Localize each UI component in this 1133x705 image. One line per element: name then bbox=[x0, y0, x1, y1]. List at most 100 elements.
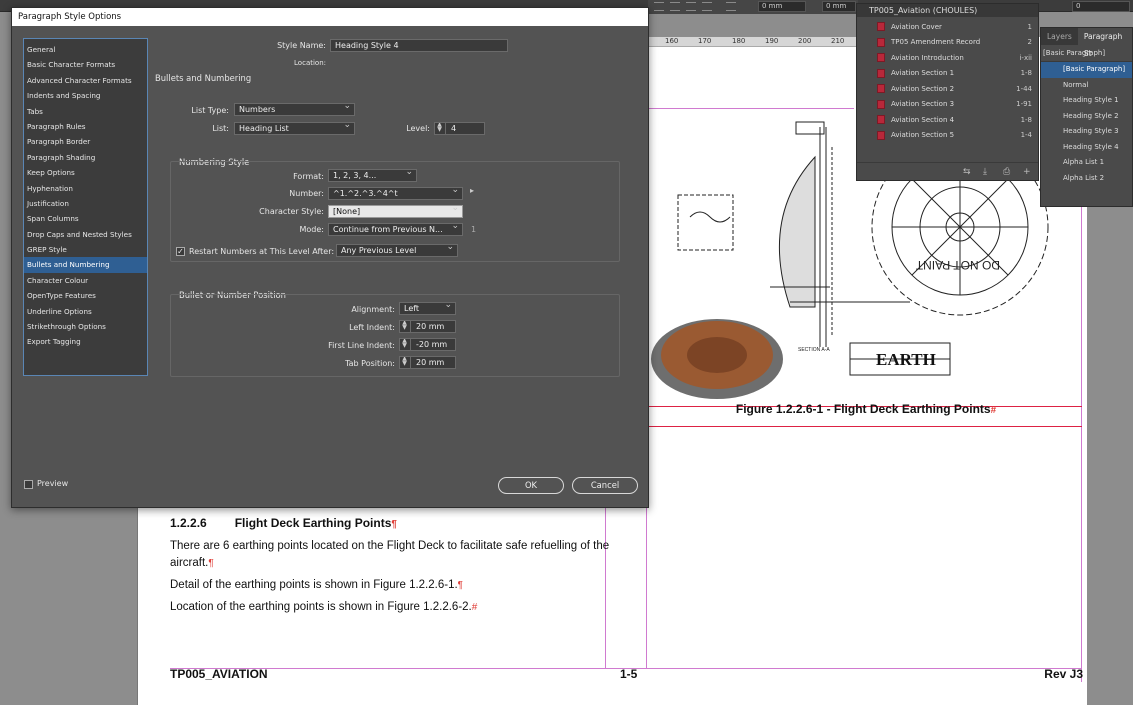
stepper-arrows-icon[interactable]: ▲ ▼ bbox=[400, 357, 411, 368]
number-label: Number: bbox=[289, 189, 324, 198]
align-left-icon[interactable] bbox=[654, 2, 664, 11]
paragraph-style-item[interactable]: Normal bbox=[1041, 78, 1132, 94]
insert-special-character-icon[interactable]: ▸ bbox=[470, 186, 474, 195]
ruler-label: 200 bbox=[798, 37, 812, 45]
paragraph: Location of the earthing points is shown… bbox=[170, 599, 610, 616]
restart-after-select[interactable]: Any Previous Level bbox=[336, 244, 458, 257]
level-stepper[interactable]: ▲ ▼ 4 bbox=[434, 122, 485, 135]
category-item[interactable]: General bbox=[24, 42, 147, 57]
stepper-arrows-icon[interactable]: ▲ ▼ bbox=[435, 123, 446, 134]
paragraph-style-item[interactable]: Heading Style 2 bbox=[1041, 109, 1132, 125]
number-field[interactable]: ^1.^2.^3.^4^t bbox=[328, 187, 463, 200]
book-document-pages: 1-8 bbox=[1020, 69, 1032, 78]
category-item[interactable]: Paragraph Border bbox=[24, 134, 147, 149]
list-select[interactable]: Heading List bbox=[234, 122, 355, 135]
book-document-name: Aviation Section 3 bbox=[891, 100, 955, 109]
category-item[interactable]: Span Columns bbox=[24, 211, 147, 226]
tab-paragraph-styles[interactable]: Paragraph St bbox=[1077, 28, 1132, 58]
category-item[interactable]: Justification bbox=[24, 196, 147, 211]
tab-layers[interactable]: Layers bbox=[1041, 28, 1078, 45]
list-label: List: bbox=[212, 124, 229, 133]
style-name-label: Style Name: bbox=[277, 41, 326, 50]
category-item[interactable]: Strikethrough Options bbox=[24, 319, 147, 334]
dialog-title[interactable]: Paragraph Style Options bbox=[12, 8, 648, 26]
category-item[interactable]: Export Tagging bbox=[24, 334, 147, 349]
paragraph-style-item[interactable]: Alpha List 1 bbox=[1041, 155, 1132, 171]
print-book-icon[interactable]: ⎙ bbox=[1003, 167, 1010, 177]
category-item[interactable]: Basic Character Formats bbox=[24, 57, 147, 72]
document-icon bbox=[877, 53, 885, 63]
cancel-button[interactable]: Cancel bbox=[572, 477, 638, 494]
left-indent-field[interactable]: ▲ ▼ 20 mm bbox=[399, 320, 456, 333]
paragraph-style-item[interactable]: Heading Style 3 bbox=[1041, 124, 1132, 140]
category-item[interactable]: Indents and Spacing bbox=[24, 88, 147, 103]
paragraph-style-item[interactable]: Heading Style 4 bbox=[1041, 140, 1132, 156]
paragraph-text: Location of the earthing points is shown… bbox=[170, 601, 472, 613]
book-document-pages: 1-44 bbox=[1016, 84, 1032, 93]
category-item[interactable]: Hyphenation bbox=[24, 181, 147, 196]
book-document-name: TP05 Amendment Record bbox=[891, 38, 981, 47]
earth-label: EARTH bbox=[876, 350, 936, 369]
stepper-arrows-icon[interactable]: ▲ ▼ bbox=[400, 321, 411, 332]
synchronize-icon[interactable]: ⇆ bbox=[963, 167, 971, 177]
book-document-row[interactable]: Aviation Section 3 1-91 bbox=[857, 97, 1038, 113]
tab-position-field[interactable]: ▲ ▼ 20 mm bbox=[399, 356, 456, 369]
category-item-selected[interactable]: Bullets and Numbering bbox=[24, 257, 147, 273]
category-item[interactable]: Character Colour bbox=[24, 273, 147, 288]
mode-select[interactable]: Continue from Previous N... bbox=[328, 223, 463, 236]
category-item[interactable]: Underline Options bbox=[24, 304, 147, 319]
book-document-name: Aviation Section 5 bbox=[891, 131, 955, 140]
book-document-name: Aviation Section 2 bbox=[891, 84, 955, 93]
alignment-select[interactable]: Left bbox=[399, 302, 456, 315]
preview-checkbox[interactable] bbox=[24, 480, 33, 489]
first-line-indent-field[interactable]: ▲ ▼ -20 mm bbox=[399, 338, 456, 351]
space-after-field[interactable]: 0 mm bbox=[822, 1, 856, 12]
category-item[interactable]: Keep Options bbox=[24, 165, 147, 180]
category-item[interactable]: Drop Caps and Nested Styles bbox=[24, 227, 147, 242]
book-document-pages: 1-91 bbox=[1016, 100, 1032, 109]
book-document-row[interactable]: Aviation Section 4 1-8 bbox=[857, 112, 1038, 128]
position-group bbox=[170, 294, 620, 377]
style-name-field[interactable]: Heading Style 4 bbox=[330, 39, 508, 52]
category-item[interactable]: Advanced Character Formats bbox=[24, 73, 147, 88]
restart-numbers-checkbox[interactable]: ✓ bbox=[176, 247, 185, 256]
paragraph: There are 6 earthing points located on t… bbox=[170, 538, 610, 572]
save-book-icon[interactable]: ⤓ bbox=[983, 167, 987, 177]
character-style-select[interactable]: [None] bbox=[328, 205, 463, 218]
category-item[interactable]: GREP Style bbox=[24, 242, 147, 257]
paragraph-style-item[interactable]: Heading Style 1 bbox=[1041, 93, 1132, 109]
category-item[interactable]: Tabs bbox=[24, 104, 147, 119]
ok-button[interactable]: OK bbox=[498, 477, 564, 494]
drop-cap-field[interactable]: 0 bbox=[1072, 1, 1130, 12]
align-right-icon[interactable] bbox=[686, 2, 696, 11]
stepper-arrows-icon[interactable]: ▲ ▼ bbox=[400, 339, 411, 350]
book-document-row[interactable]: Aviation Section 5 1-4 bbox=[857, 128, 1038, 144]
book-document-row[interactable]: TP05 Amendment Record 2 bbox=[857, 35, 1038, 51]
book-document-row[interactable]: Aviation Section 1 1-8 bbox=[857, 66, 1038, 82]
level-value: 4 bbox=[451, 124, 457, 133]
paragraph-style-item[interactable]: [Basic Paragraph] bbox=[1041, 62, 1132, 78]
tab-position-label: Tab Position: bbox=[345, 359, 395, 368]
ruler-label: 180 bbox=[732, 37, 746, 45]
book-document-row[interactable]: Aviation Cover 1 bbox=[857, 19, 1038, 35]
category-item[interactable]: OpenType Features bbox=[24, 288, 147, 303]
align-center-icon[interactable] bbox=[670, 2, 680, 11]
heading-number: 1.2.2.6 bbox=[170, 516, 207, 530]
add-document-icon[interactable]: + bbox=[1023, 167, 1031, 177]
indent-icon[interactable] bbox=[726, 2, 736, 11]
justify-icon[interactable] bbox=[702, 2, 712, 11]
book-document-pages: 1-4 bbox=[1020, 131, 1032, 140]
paragraph-style-item[interactable]: Alpha List 2 bbox=[1041, 171, 1132, 187]
format-select[interactable]: 1, 2, 3, 4... bbox=[328, 169, 417, 182]
space-before-field[interactable]: 0 mm bbox=[758, 1, 806, 12]
body-text-frame[interactable]: 1.2.2.6 Flight Deck Earthing Points¶ The… bbox=[170, 516, 610, 621]
end-of-story-mark: # bbox=[990, 405, 997, 416]
list-type-select[interactable]: Numbers bbox=[234, 103, 355, 116]
book-document-row[interactable]: Aviation Introduction i-xii bbox=[857, 50, 1038, 66]
book-document-row[interactable]: Aviation Section 2 1-44 bbox=[857, 81, 1038, 97]
paragraph-styles-panel: Layers Paragraph St [Basic Paragraph] [B… bbox=[1040, 27, 1133, 207]
category-item[interactable]: Paragraph Shading bbox=[24, 150, 147, 165]
panel-tabs: Layers Paragraph St bbox=[1041, 28, 1132, 58]
book-document-name: Aviation Cover bbox=[891, 22, 942, 31]
category-item[interactable]: Paragraph Rules bbox=[24, 119, 147, 134]
